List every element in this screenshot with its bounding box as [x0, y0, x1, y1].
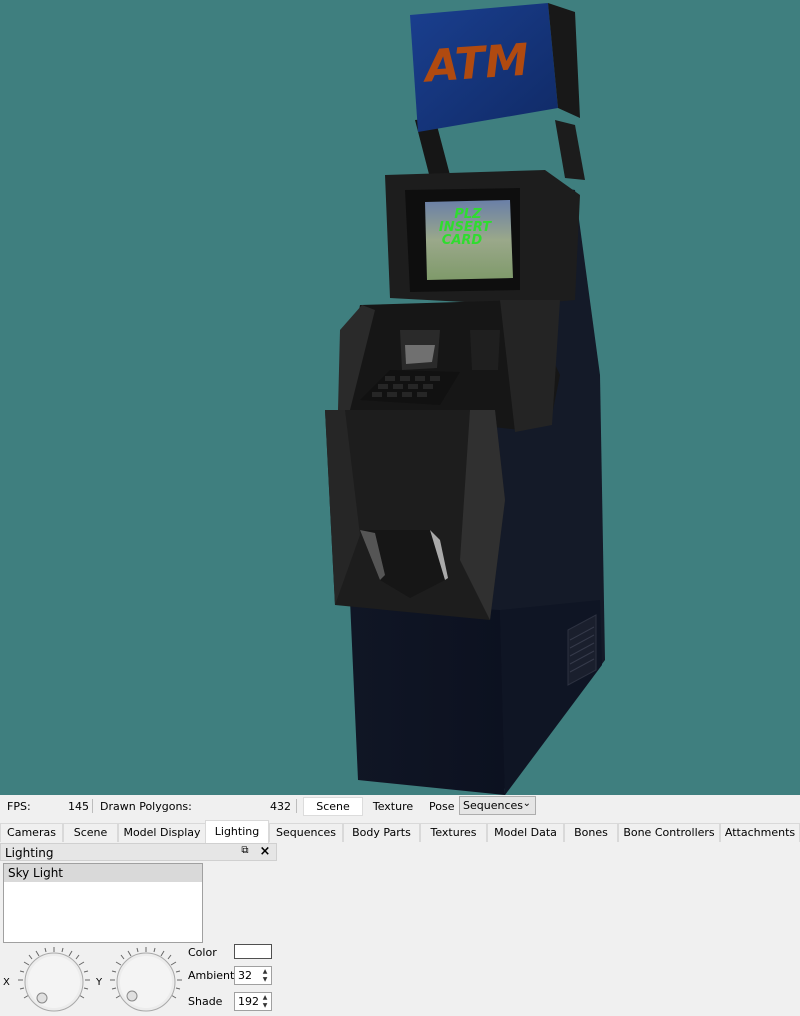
lighting-dock-header[interactable]: Lighting ⧉ ×	[0, 843, 277, 861]
y-dial-label: Y	[96, 977, 103, 988]
x-direction-dial[interactable]	[12, 944, 96, 1016]
tab-lighting[interactable]: Lighting	[205, 820, 269, 843]
light-list[interactable]: Sky Light	[3, 863, 203, 943]
tab-model-display[interactable]: Model Display	[118, 823, 206, 842]
y-direction-dial[interactable]	[104, 944, 188, 1016]
ambient-label: Ambient	[188, 969, 235, 982]
atm-sign-text: ATM	[421, 34, 531, 92]
tab-model-data[interactable]: Model Data	[487, 823, 564, 842]
tab-attachments[interactable]: Attachments	[720, 823, 800, 842]
spin-down-icon[interactable]: ▼	[260, 976, 270, 984]
pose-select-value: Sequences	[463, 799, 523, 812]
receipt-slot	[470, 330, 500, 370]
float-icon[interactable]: ⧉	[239, 845, 251, 857]
tab-scene[interactable]: Scene	[63, 823, 118, 842]
tab-bar: Cameras Scene Model Display Lighting Seq…	[0, 820, 800, 843]
color-swatch[interactable]	[234, 944, 272, 959]
color-label: Color	[188, 946, 217, 959]
ambient-spinbox[interactable]: 32 ▲ ▼	[234, 966, 272, 985]
x-dial-label: X	[3, 977, 10, 988]
polygons-value: 432	[270, 800, 291, 813]
spin-down-icon[interactable]: ▼	[260, 1002, 270, 1010]
fps-value: 145	[68, 800, 89, 813]
pose-select[interactable]: Sequences ⌄	[459, 796, 536, 815]
tab-sequences[interactable]: Sequences	[269, 823, 343, 842]
list-item[interactable]: Sky Light	[4, 864, 202, 882]
screen-text-3: CARD	[442, 233, 483, 248]
shade-label: Shade	[188, 995, 223, 1008]
sign-post-right	[555, 120, 585, 180]
spin-up-icon[interactable]: ▲	[260, 994, 270, 1002]
ambient-value: 32	[238, 969, 252, 982]
texture-button[interactable]: Texture	[365, 797, 421, 816]
pose-label: Pose	[429, 800, 455, 813]
tab-bones[interactable]: Bones	[564, 823, 618, 842]
dock-title: Lighting	[5, 846, 54, 860]
chevron-down-icon: ⌄	[522, 798, 531, 809]
close-icon[interactable]: ×	[259, 844, 271, 859]
tab-cameras[interactable]: Cameras	[0, 823, 63, 842]
3d-viewport[interactable]: ATM PLZ INSERT CARD	[0, 0, 800, 795]
fps-label: FPS:	[7, 800, 31, 813]
atm-model: ATM PLZ INSERT CARD	[325, 3, 605, 795]
scene-button[interactable]: Scene	[303, 797, 363, 816]
tab-bone-controllers[interactable]: Bone Controllers	[618, 823, 720, 842]
atm-base	[350, 600, 505, 795]
status-bar: FPS: 145 Drawn Polygons: 432 Scene Textu…	[0, 795, 800, 817]
tab-textures[interactable]: Textures	[420, 823, 487, 842]
spin-up-icon[interactable]: ▲	[260, 968, 270, 976]
polygons-label: Drawn Polygons:	[100, 800, 192, 813]
shade-value: 192	[238, 995, 259, 1008]
shade-spinbox[interactable]: 192 ▲ ▼	[234, 992, 272, 1011]
tab-body-parts[interactable]: Body Parts	[343, 823, 420, 842]
